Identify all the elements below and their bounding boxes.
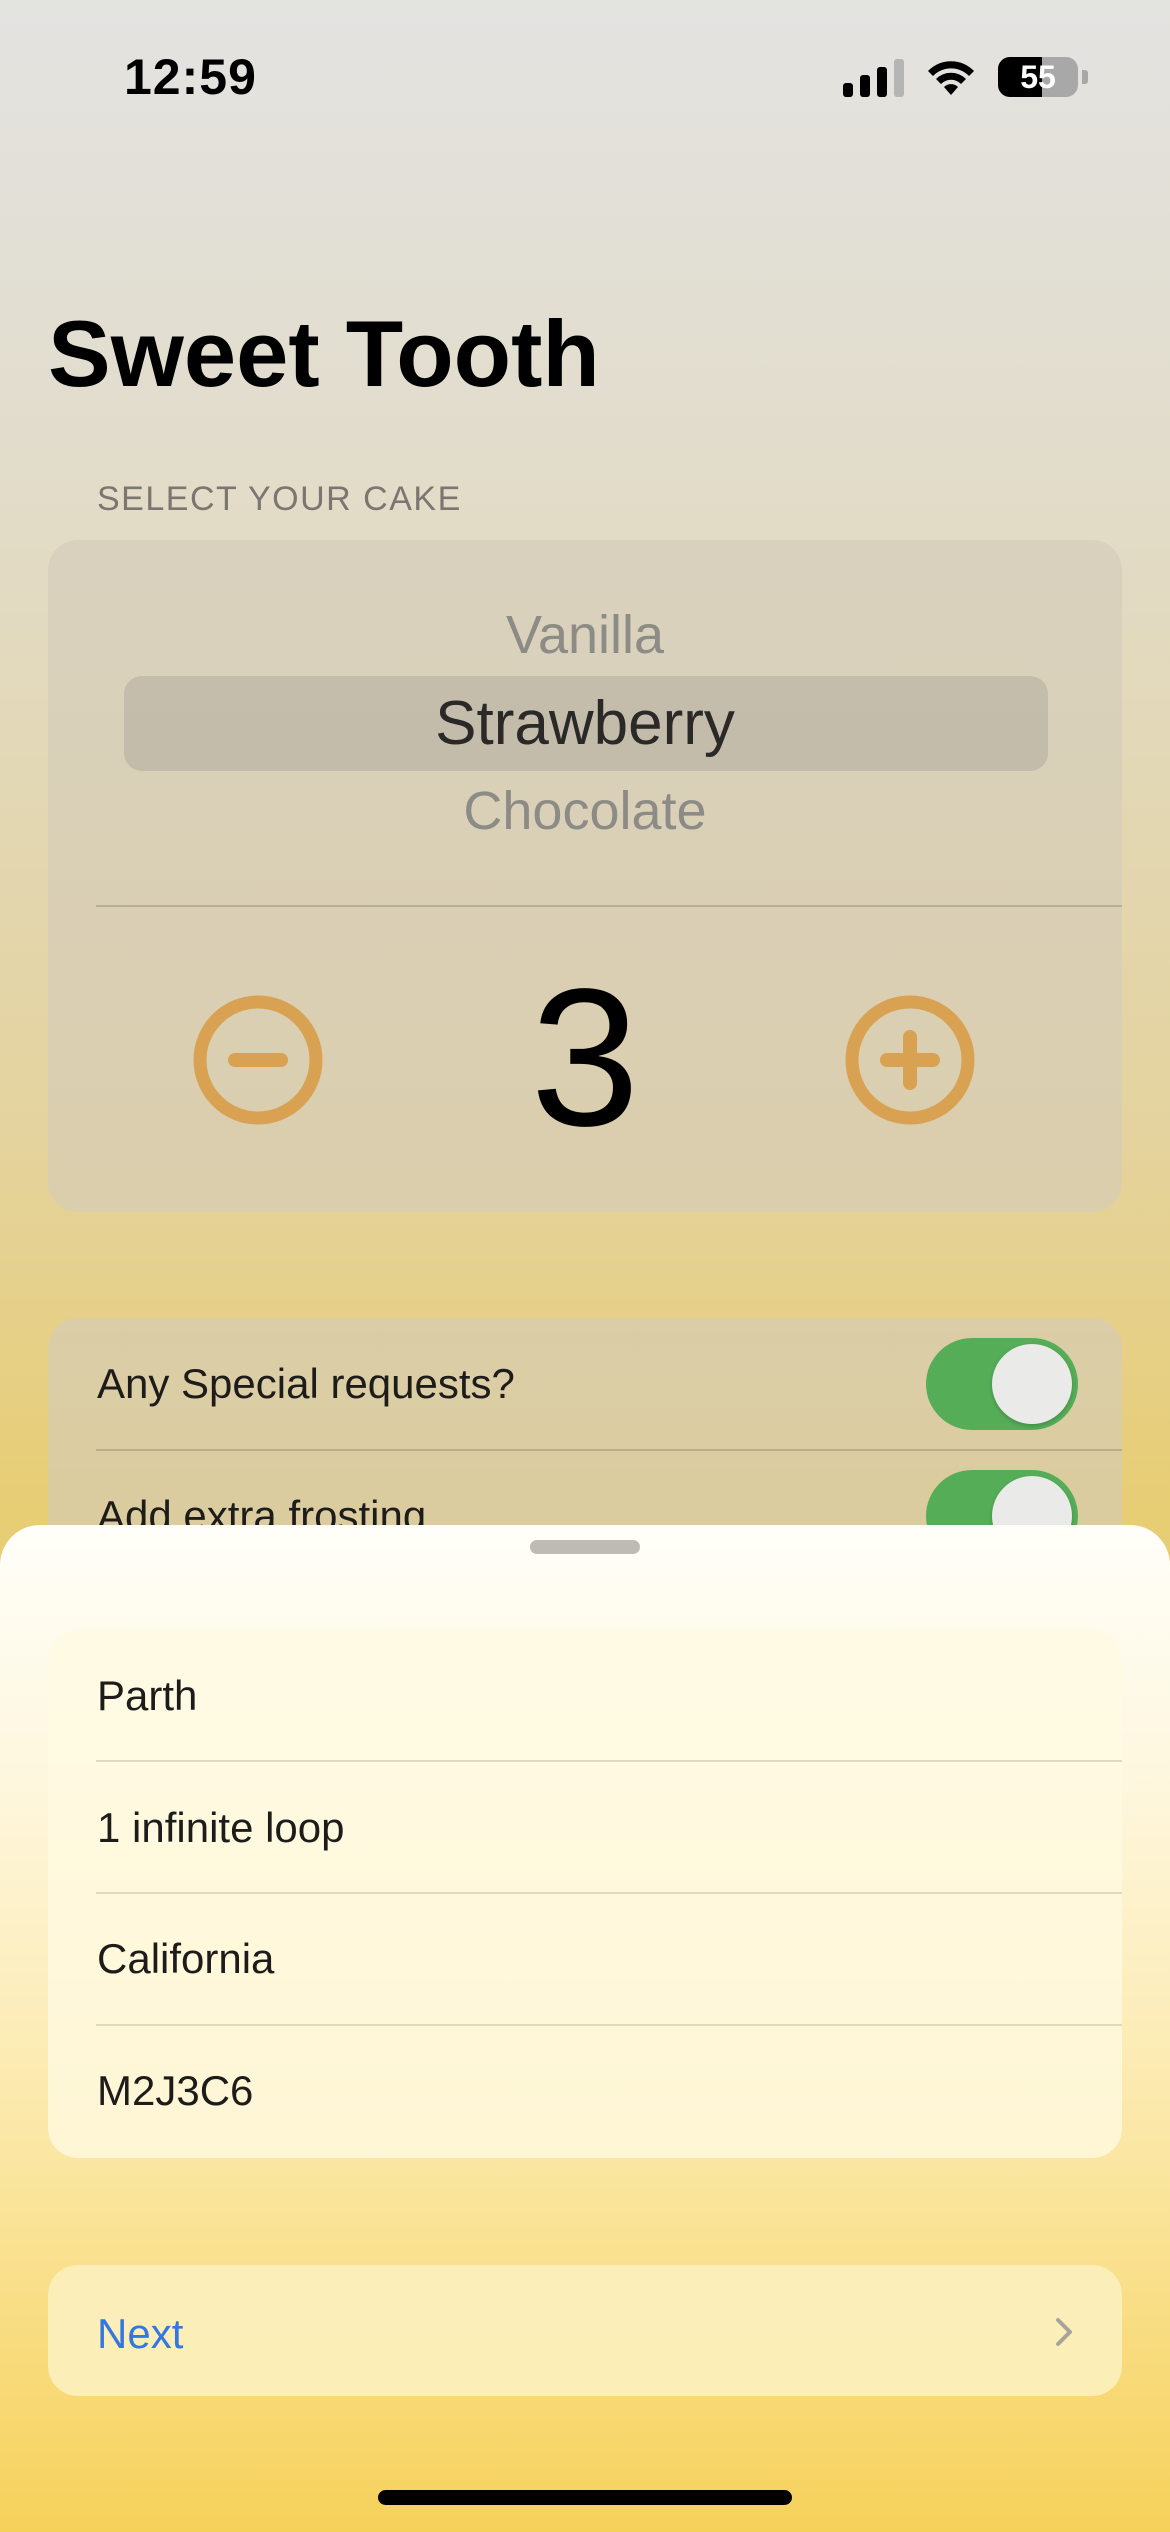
special-requests-toggle[interactable] bbox=[926, 1338, 1078, 1430]
chevron-right-icon bbox=[1056, 2318, 1072, 2346]
special-requests-label: Any Special requests? bbox=[97, 1360, 515, 1407]
battery-cap bbox=[1082, 70, 1088, 84]
sheet-grabber[interactable] bbox=[530, 1540, 640, 1554]
postal-code-field[interactable]: M2J3C6 bbox=[97, 2067, 253, 2115]
street-address-field[interactable]: 1 infinite loop bbox=[97, 1804, 345, 1852]
divider bbox=[96, 905, 1122, 907]
next-button-label: Next bbox=[97, 2310, 184, 2357]
battery-level: 55 bbox=[1020, 58, 1056, 95]
picker-option-selected[interactable]: Strawberry bbox=[48, 688, 1122, 759]
status-time: 12:59 bbox=[124, 49, 257, 105]
home-indicator bbox=[378, 2490, 792, 2505]
picker-option-next[interactable]: Chocolate bbox=[48, 780, 1122, 842]
divider bbox=[96, 1449, 1122, 1451]
decrement-button[interactable] bbox=[192, 994, 324, 1126]
city-field[interactable]: California bbox=[97, 1935, 274, 1983]
name-field[interactable]: Parth bbox=[97, 1672, 197, 1720]
increment-button[interactable] bbox=[844, 994, 976, 1126]
cellular-signal-icon bbox=[843, 57, 904, 97]
status-icons: 55 bbox=[843, 52, 1088, 102]
picker-option-previous[interactable]: Vanilla bbox=[48, 604, 1122, 666]
quantity-value: 3 bbox=[530, 948, 640, 1167]
divider bbox=[96, 2024, 1122, 2026]
divider bbox=[96, 1760, 1122, 1762]
wifi-icon bbox=[928, 61, 974, 95]
divider bbox=[96, 1892, 1122, 1894]
page-title: Sweet Tooth bbox=[48, 301, 600, 406]
section-label: SELECT YOUR CAKE bbox=[97, 480, 462, 518]
next-button[interactable] bbox=[48, 2265, 1122, 2396]
battery-icon: 55 bbox=[998, 57, 1078, 97]
